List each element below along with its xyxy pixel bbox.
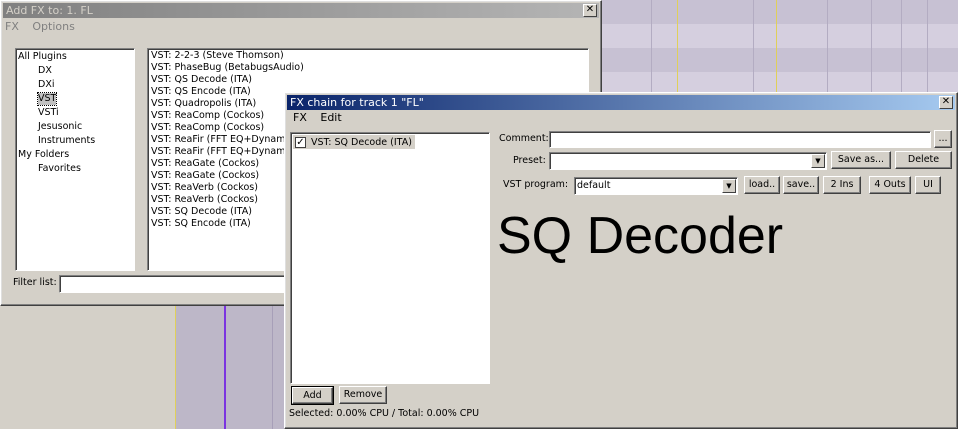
tree-item-favorites[interactable]: Favorites xyxy=(38,163,81,175)
comment-label: Comment: xyxy=(499,133,549,144)
play-cursor xyxy=(224,306,226,429)
save-button[interactable]: save.. xyxy=(783,176,819,194)
grid-line xyxy=(753,0,754,95)
list-item[interactable]: VST: Quadropolis (ITA) xyxy=(151,98,256,110)
list-item[interactable]: VST: ReaVerb (Cockos) xyxy=(151,182,258,194)
preset-select[interactable]: ▼ xyxy=(549,152,827,170)
list-item[interactable]: VST: 2-2-3 (Steve Thomson) xyxy=(151,50,284,62)
fx-chain-list[interactable]: ✓ VST: SQ Decode (ITA) xyxy=(290,132,490,384)
list-item[interactable]: VST: ReaVerb (Cockos) xyxy=(151,194,258,206)
tree-item-jesusonic[interactable]: Jesusonic xyxy=(38,121,82,133)
vst-program-value: default xyxy=(577,180,611,191)
list-item[interactable]: VST: ReaFir (FFT EQ+Dynam xyxy=(151,146,285,158)
fx-chain-menubar: FX Edit xyxy=(293,110,352,126)
tree-item-vst[interactable]: VST xyxy=(36,92,58,106)
inputs-button[interactable]: 2 Ins xyxy=(823,176,861,194)
marker-line xyxy=(175,306,176,429)
menu-fx[interactable]: FX xyxy=(5,20,19,33)
add-button[interactable]: Add xyxy=(291,386,334,405)
vst-program-select[interactable]: default ▼ xyxy=(574,177,738,195)
list-item[interactable]: VST: QS Encode (ITA) xyxy=(151,86,251,98)
grid-line xyxy=(651,0,652,95)
filter-label: Filter list: xyxy=(13,277,57,288)
arrange-view-lower[interactable] xyxy=(0,306,287,429)
grid-line xyxy=(901,0,902,95)
cpu-status: Selected: 0.00% CPU / Total: 0.00% CPU xyxy=(289,408,480,419)
remove-button[interactable]: Remove xyxy=(339,386,387,404)
list-item[interactable]: VST: ReaFir (FFT EQ+Dynam xyxy=(151,134,285,146)
arrange-view-upper[interactable] xyxy=(600,0,958,96)
fx-name: VST: SQ Decode (ITA) xyxy=(311,137,412,148)
vst-program-label: VST program: xyxy=(503,179,569,190)
save-as-button[interactable]: Save as... xyxy=(831,151,891,169)
tree-item-vsti[interactable]: VSTi xyxy=(38,107,59,119)
grid-line xyxy=(272,306,273,429)
chevron-down-icon[interactable]: ▼ xyxy=(722,179,736,193)
plugin-display-title: SQ Decoder xyxy=(497,207,784,265)
track-lane-stripe xyxy=(601,24,958,48)
tree-item-all-plugins[interactable]: All Plugins xyxy=(18,51,67,63)
close-icon[interactable]: ✕ xyxy=(939,96,953,109)
list-item[interactable]: VST: ReaGate (Cockos) xyxy=(151,170,259,182)
delete-button[interactable]: Delete xyxy=(895,151,952,169)
list-item[interactable]: VST: PhaseBug (BetabugsAudio) xyxy=(151,62,304,74)
preset-label: Preset: xyxy=(513,155,546,166)
tree-item-instruments[interactable]: Instruments xyxy=(38,135,95,147)
menu-fx[interactable]: FX xyxy=(293,111,307,124)
ui-button[interactable]: UI xyxy=(915,176,941,194)
fx-chain-title: FX chain for track 1 "FL" xyxy=(290,96,424,109)
menu-edit[interactable]: Edit xyxy=(320,111,341,124)
outputs-button[interactable]: 4 Outs xyxy=(869,176,911,194)
grid-line xyxy=(827,0,828,95)
tree-item-dxi[interactable]: DXi xyxy=(38,79,54,91)
track-lane xyxy=(175,306,287,429)
enable-checkbox[interactable]: ✓ xyxy=(295,137,306,148)
add-fx-title: Add FX to: 1. FL xyxy=(6,4,93,17)
comment-input[interactable] xyxy=(549,131,931,148)
fx-chain-titlebar[interactable]: FX chain for track 1 "FL" ✕ xyxy=(287,95,955,110)
close-icon[interactable]: ✕ xyxy=(583,4,597,17)
list-item[interactable]: VST: SQ Decode (ITA) xyxy=(151,206,252,218)
menu-options[interactable]: Options xyxy=(32,20,74,33)
grid-line xyxy=(871,0,872,95)
list-item[interactable]: VST: ReaGate (Cockos) xyxy=(151,158,259,170)
comment-more-button[interactable]: ... xyxy=(934,130,952,148)
list-item[interactable]: VST: QS Decode (ITA) xyxy=(151,74,252,86)
load-button[interactable]: load.. xyxy=(744,176,780,194)
plugin-category-tree[interactable]: All Plugins DX DXi VST VSTi Jesusonic In… xyxy=(15,48,135,271)
add-fx-menubar: FX Options xyxy=(5,19,85,35)
tree-item-dx[interactable]: DX xyxy=(38,65,52,77)
list-item[interactable]: ✓ VST: SQ Decode (ITA) xyxy=(293,135,415,149)
list-item[interactable]: VST: ReaComp (Cockos) xyxy=(151,110,264,122)
list-item[interactable]: VST: SQ Encode (ITA) xyxy=(151,218,251,230)
chevron-down-icon[interactable]: ▼ xyxy=(811,154,825,168)
add-fx-titlebar[interactable]: Add FX to: 1. FL ✕ xyxy=(3,3,599,18)
tree-item-my-folders[interactable]: My Folders xyxy=(18,149,69,161)
marker-line xyxy=(677,0,678,95)
marker-line xyxy=(776,0,777,95)
grid-line xyxy=(927,0,928,95)
list-item[interactable]: VST: ReaComp (Cockos) xyxy=(151,122,264,134)
